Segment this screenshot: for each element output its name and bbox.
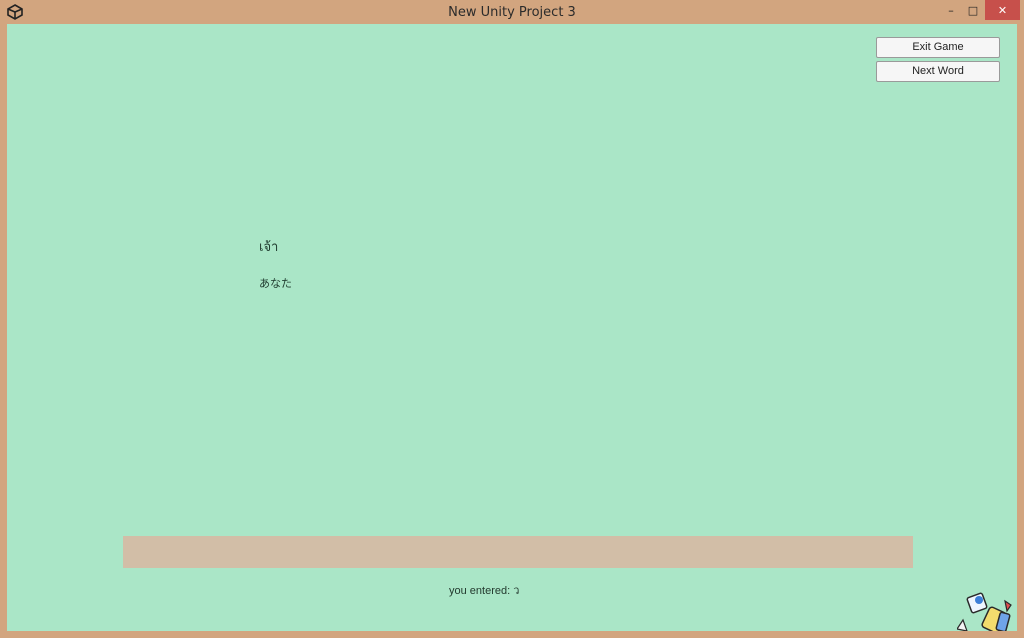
app-window: New Unity Project 3 – □ ✕ Exit Game Next… [0,0,1024,638]
maximize-button[interactable]: □ [962,0,984,20]
title-bar[interactable]: New Unity Project 3 – □ ✕ [0,0,1024,24]
entered-text: you entered: ว [449,585,520,597]
next-word-button[interactable]: Next Word [876,61,1000,82]
input-bar[interactable] [123,536,913,568]
word-translation: あなた [259,277,292,290]
exit-game-button[interactable]: Exit Game [876,37,1000,58]
minimize-button[interactable]: – [940,0,962,20]
game-view: Exit Game Next Word เจ้า あなた you entered… [7,24,1017,631]
window-title: New Unity Project 3 [448,5,576,20]
target-word: เจ้า [259,240,279,255]
close-button[interactable]: ✕ [985,0,1020,20]
mascot-icon [957,592,1012,631]
